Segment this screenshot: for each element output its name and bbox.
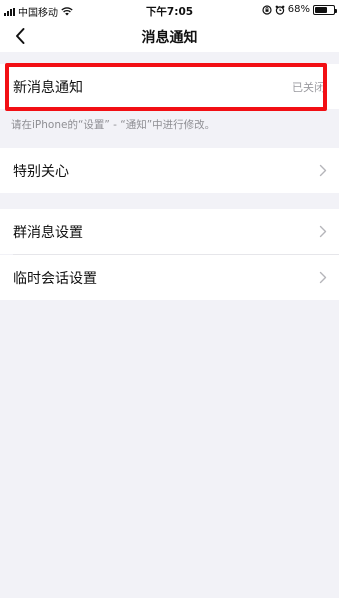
new-message-notification-status: 已关闭 <box>292 80 325 94</box>
alarm-icon <box>275 5 285 15</box>
status-right: 68% <box>262 4 337 15</box>
settings-hint: 请在iPhone的“设置” - “通知”中进行修改。 <box>11 119 216 131</box>
battery-fill <box>315 6 328 13</box>
rotation-lock-icon <box>262 4 272 15</box>
group-message-settings-label: 群消息设置 <box>13 224 83 241</box>
new-message-notification-label: 新消息通知 <box>13 79 83 96</box>
temp-session-settings-row[interactable]: 临时会话设置 <box>0 255 339 300</box>
group-message-settings-row[interactable]: 群消息设置 <box>0 209 339 254</box>
battery-percent: 68% <box>287 4 310 15</box>
chevron-right-icon <box>319 164 327 177</box>
special-care-row[interactable]: 特别关心 <box>0 148 339 193</box>
chevron-right-icon <box>319 225 327 238</box>
chevron-right-icon <box>319 271 327 284</box>
page-title: 消息通知 <box>141 30 198 46</box>
new-message-notification-row[interactable]: 新消息通知 已关闭 <box>0 64 339 109</box>
special-care-label: 特别关心 <box>13 163 69 180</box>
nav-bar: 消息通知 <box>0 20 339 52</box>
status-bar: 中国移动 下午7:05 68% <box>0 0 339 20</box>
battery-icon <box>313 4 337 15</box>
temp-session-settings-label: 临时会话设置 <box>13 270 97 287</box>
